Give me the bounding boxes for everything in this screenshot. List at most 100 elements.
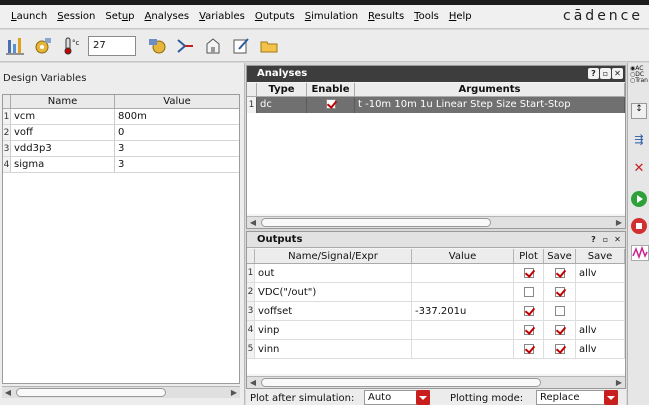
- save-option[interactable]: allv: [576, 340, 625, 358]
- output-name[interactable]: vinp: [255, 321, 412, 339]
- run-setup-icon[interactable]: [146, 35, 168, 57]
- enable-checkbox[interactable]: [325, 99, 336, 109]
- output-name[interactable]: out: [255, 264, 412, 282]
- edit-notes-icon[interactable]: [230, 35, 252, 57]
- analysis-row[interactable]: 1 dc t -10m 10m 1u Linear Step Size Start-…: [247, 97, 625, 113]
- scroll-right-icon[interactable]: ▶: [613, 217, 625, 228]
- variable-row[interactable]: 2 voff 0: [3, 125, 239, 141]
- output-name[interactable]: VDC("/out"): [255, 283, 412, 301]
- scroll-right-icon[interactable]: ▶: [613, 377, 625, 388]
- setup-icon[interactable]: [32, 35, 54, 57]
- save-option[interactable]: [576, 302, 625, 320]
- float-icon[interactable]: ▫: [600, 68, 611, 79]
- col-enable-header[interactable]: Enable: [307, 83, 355, 96]
- output-row[interactable]: 3 voffset -337.201u: [247, 302, 625, 321]
- variable-name[interactable]: voff: [11, 125, 115, 140]
- variable-row[interactable]: 1 vcm 800m: [3, 109, 239, 125]
- save-option[interactable]: allv: [576, 321, 625, 339]
- output-row[interactable]: 5 vinn allv: [247, 340, 625, 359]
- help-icon[interactable]: ?: [588, 234, 599, 245]
- variables-hscrollbar[interactable]: ◀ ▶: [2, 386, 240, 398]
- radio-tran[interactable]: ○Tran: [630, 78, 648, 84]
- menu-session[interactable]: Session: [52, 11, 100, 22]
- menu-variables[interactable]: Variables: [194, 11, 250, 22]
- wire-probe-icon[interactable]: [174, 35, 196, 57]
- scroll-thumb[interactable]: [261, 378, 541, 387]
- col-name-header[interactable]: Name: [11, 95, 115, 108]
- menu-simulation[interactable]: Simulation: [300, 11, 363, 22]
- save-checkbox[interactable]: [554, 306, 565, 316]
- menu-help[interactable]: Help: [444, 11, 477, 22]
- run-simulation-icon[interactable]: [631, 191, 647, 207]
- edit-schematic-icon[interactable]: [4, 35, 26, 57]
- plot-checkbox[interactable]: [523, 325, 534, 335]
- save-checkbox[interactable]: [554, 268, 565, 278]
- stop-simulation-icon[interactable]: [631, 218, 647, 234]
- plot-checkbox[interactable]: [523, 287, 534, 297]
- col-value-header[interactable]: Value: [412, 249, 514, 263]
- output-name[interactable]: vinn: [255, 340, 412, 358]
- col-value-header[interactable]: Value: [115, 95, 239, 108]
- save-checkbox[interactable]: [554, 287, 565, 297]
- menu-analyses[interactable]: Analyses: [140, 11, 195, 22]
- variable-row[interactable]: 4 sigma 3: [3, 157, 239, 173]
- variables-icon[interactable]: ↕: [631, 103, 647, 119]
- close-icon[interactable]: ✕: [612, 68, 623, 79]
- plotting-mode-select[interactable]: Replace: [536, 390, 618, 405]
- menu-setup[interactable]: Setup: [100, 11, 139, 22]
- menu-tools[interactable]: Tools: [409, 11, 444, 22]
- variable-name[interactable]: sigma: [11, 157, 115, 172]
- col-arguments-header[interactable]: Arguments: [355, 83, 625, 96]
- temperature-input[interactable]: 27: [88, 35, 136, 56]
- chevron-down-icon[interactable]: [416, 390, 430, 405]
- outputs-hscrollbar[interactable]: ◀ ▶: [247, 376, 625, 388]
- output-row[interactable]: 2 VDC("/out"): [247, 283, 625, 302]
- scroll-right-icon[interactable]: ▶: [228, 387, 240, 398]
- scroll-left-icon[interactable]: ◀: [2, 387, 14, 398]
- variable-name[interactable]: vcm: [11, 109, 115, 124]
- analysis-type-radios[interactable]: ◉AC ○DC ○Tran: [630, 66, 648, 84]
- menu-items: Launch Session Setup Analyses Variables Outpu…: [0, 11, 477, 22]
- close-icon[interactable]: ✕: [612, 234, 623, 245]
- col-type-header[interactable]: Type: [257, 83, 307, 96]
- variable-value[interactable]: 3: [115, 157, 239, 172]
- scroll-left-icon[interactable]: ◀: [247, 377, 259, 388]
- save-checkbox[interactable]: [554, 344, 565, 354]
- scroll-left-icon[interactable]: ◀: [247, 217, 259, 228]
- col-plot-header[interactable]: Plot: [514, 249, 544, 263]
- scroll-thumb[interactable]: [261, 218, 491, 227]
- output-row[interactable]: 1 out allv: [247, 264, 625, 283]
- output-name[interactable]: voffset: [255, 302, 412, 320]
- menu-outputs[interactable]: Outputs: [250, 11, 300, 22]
- save-option[interactable]: [576, 283, 625, 301]
- variable-value[interactable]: 3: [115, 141, 239, 156]
- delete-icon[interactable]: ✕: [631, 161, 647, 177]
- analyses-hscrollbar[interactable]: ◀ ▶: [247, 216, 625, 228]
- plot-outputs-icon[interactable]: [631, 245, 649, 261]
- float-icon[interactable]: ▫: [600, 234, 611, 245]
- save-checkbox[interactable]: [554, 325, 565, 335]
- scroll-thumb[interactable]: [16, 388, 166, 397]
- plot-checkbox[interactable]: [523, 306, 534, 316]
- open-folder-icon[interactable]: [258, 35, 280, 57]
- output-row[interactable]: 4 vinp allv: [247, 321, 625, 340]
- plot-checkbox[interactable]: [523, 344, 534, 354]
- col-name-header[interactable]: Name/Signal/Expr: [255, 249, 412, 263]
- plot-after-select[interactable]: Auto: [364, 390, 430, 405]
- variable-value[interactable]: 0: [115, 125, 239, 140]
- col-save-header[interactable]: Save: [544, 249, 576, 263]
- save-state-icon[interactable]: [202, 35, 224, 57]
- plot-checkbox[interactable]: [523, 268, 534, 278]
- save-option[interactable]: allv: [576, 264, 625, 282]
- variable-name[interactable]: vdd3p3: [11, 141, 115, 156]
- variable-row[interactable]: 3 vdd3p3 3: [3, 141, 239, 157]
- analysis-type[interactable]: dc: [257, 97, 307, 113]
- chevron-down-icon[interactable]: [604, 390, 618, 405]
- menu-results[interactable]: Results: [363, 11, 409, 22]
- analysis-arguments[interactable]: t -10m 10m 1u Linear Step Size Start-Sto…: [355, 97, 625, 113]
- help-icon[interactable]: ?: [588, 68, 599, 79]
- netlist-icon[interactable]: ⇶: [631, 133, 647, 149]
- menu-launch[interactable]: Launch: [6, 11, 52, 22]
- variable-value[interactable]: 800m: [115, 109, 239, 124]
- col-saveopt-header[interactable]: Save: [576, 249, 625, 263]
